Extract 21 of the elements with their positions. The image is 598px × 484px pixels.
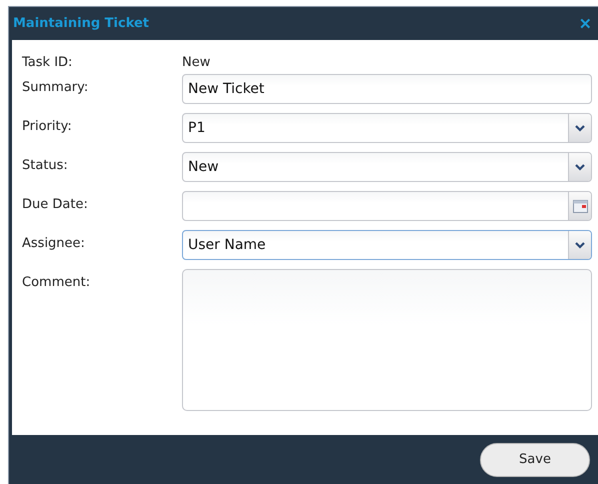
window-title: Maintaining Ticket bbox=[13, 16, 150, 31]
close-button[interactable]: ✕ bbox=[577, 14, 594, 32]
field-label: Due Date: bbox=[22, 196, 89, 212]
task-id-value: New bbox=[182, 54, 210, 70]
calendar-icon bbox=[572, 200, 588, 212]
text-field[interactable]: New Ticket bbox=[182, 74, 592, 104]
chevron-down-icon bbox=[575, 242, 585, 248]
comment-field[interactable] bbox=[182, 269, 592, 411]
field-label: Priority: bbox=[22, 118, 73, 134]
field-label: Summary: bbox=[22, 79, 90, 95]
save-button[interactable]: Save bbox=[480, 442, 590, 476]
chevron-down-icon bbox=[575, 124, 585, 132]
field-label: Task ID: bbox=[22, 54, 74, 70]
dropdown-field[interactable]: New bbox=[182, 152, 592, 182]
dropdown-field[interactable]: P1 bbox=[182, 113, 592, 143]
field-label: Assignee: bbox=[22, 235, 86, 251]
chevron-down-icon bbox=[575, 164, 585, 170]
field-label: Comment: bbox=[22, 274, 92, 290]
field-label: Status: bbox=[22, 157, 69, 173]
date-field[interactable] bbox=[182, 191, 592, 221]
dropdown-field[interactable]: User Name bbox=[182, 230, 592, 260]
